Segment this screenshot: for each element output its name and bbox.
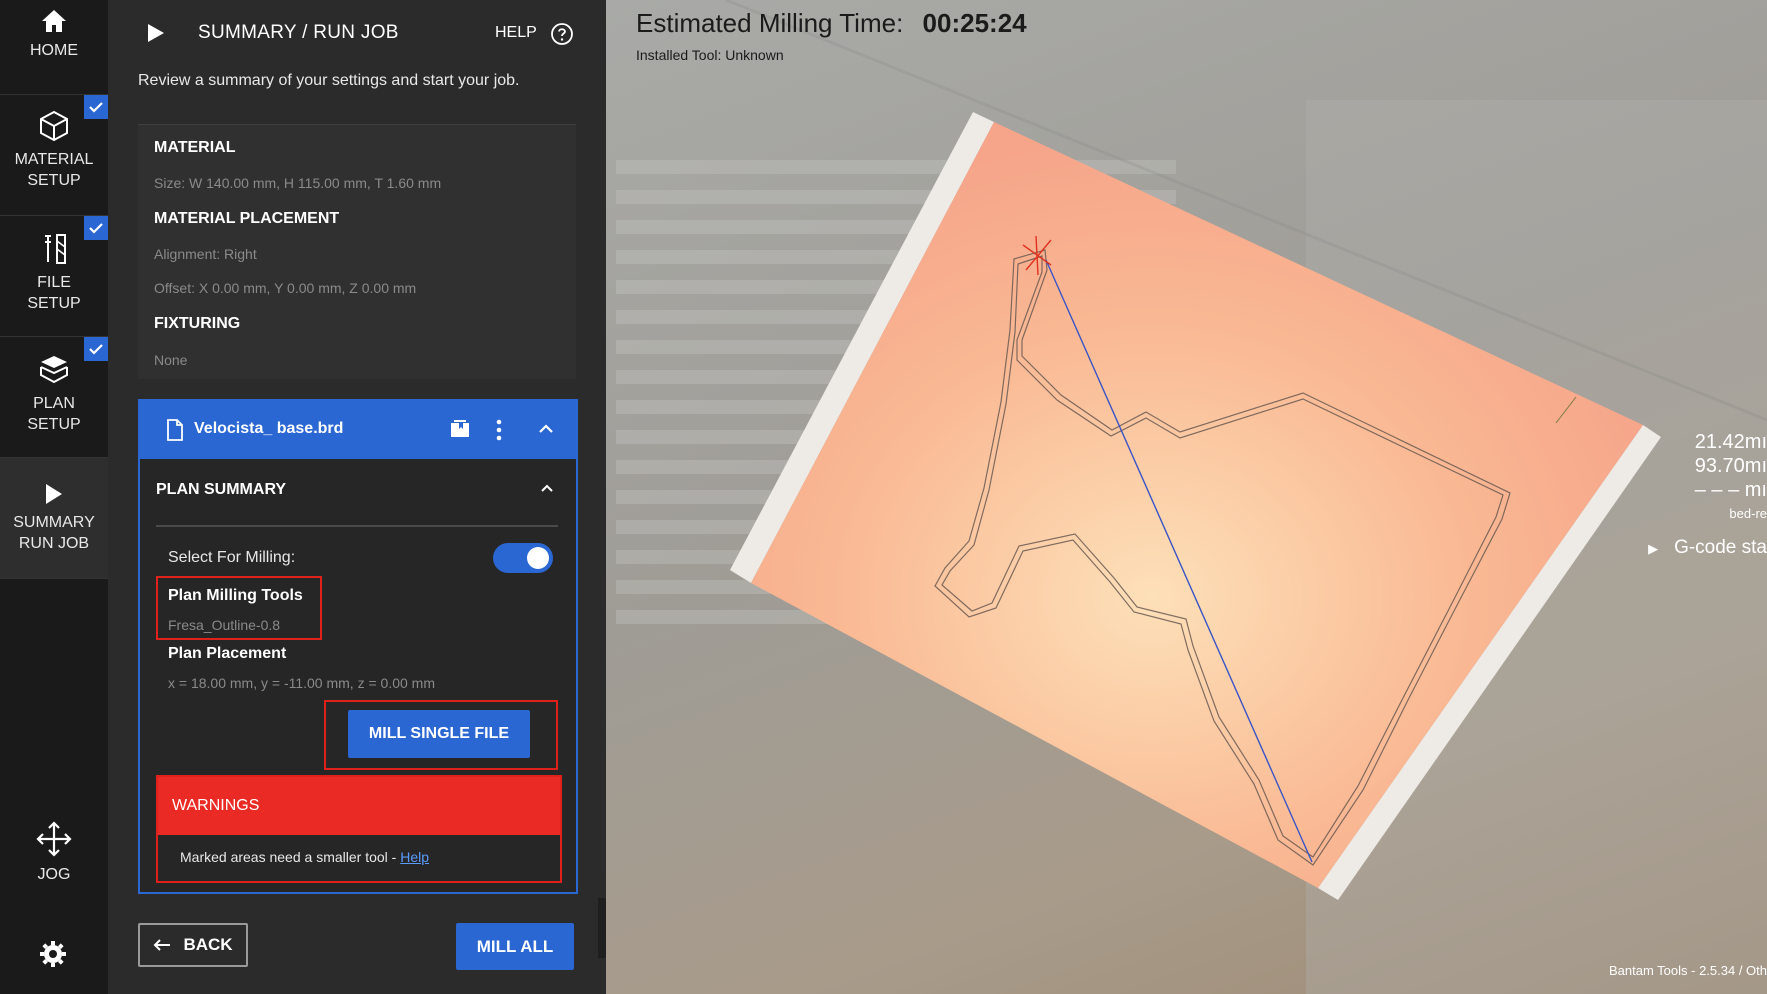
chevron-up-icon[interactable] bbox=[540, 483, 554, 493]
plan-summary-heading: PLAN SUMMARY bbox=[156, 481, 287, 498]
file-header[interactable]: Velocista_ base.brd bbox=[140, 401, 576, 459]
play-icon bbox=[46, 484, 62, 504]
check-icon bbox=[84, 95, 108, 119]
dim-readout-2: 93.70mı bbox=[1694, 455, 1767, 477]
offset-text: Offset: X 0.00 mm, Y 0.00 mm, Z 0.00 mm bbox=[154, 280, 417, 296]
nav-home-label: HOME bbox=[30, 42, 78, 59]
plan-placement-label: Plan Placement bbox=[168, 645, 287, 662]
fixturing-heading: FIXTURING bbox=[154, 315, 241, 332]
nav-plan-setup[interactable]: PLAN SETUP bbox=[0, 337, 108, 458]
nav-jog-label: JOG bbox=[37, 866, 71, 883]
dim-readout-1: 21.42mı bbox=[1694, 431, 1767, 453]
play-icon bbox=[148, 24, 164, 42]
nav-plan-line2: SETUP bbox=[27, 416, 81, 433]
fixturing-value: None bbox=[154, 352, 188, 368]
material-heading: MATERIAL bbox=[154, 139, 236, 156]
nav-plan-line1: PLAN bbox=[33, 395, 75, 412]
help-circle-icon[interactable] bbox=[550, 22, 574, 46]
warning-message: Marked areas need a smaller tool - bbox=[180, 849, 401, 865]
more-vertical-icon[interactable] bbox=[496, 419, 502, 441]
nav-material-line2: SETUP bbox=[27, 172, 81, 189]
nav-material-line1: MATERIAL bbox=[14, 151, 94, 168]
page-title: SUMMARY / RUN JOB bbox=[198, 22, 399, 43]
milling-bed-board bbox=[730, 112, 1661, 900]
select-for-milling-toggle[interactable] bbox=[493, 543, 553, 573]
back-button[interactable]: BACK bbox=[138, 923, 248, 967]
gcode-start[interactable]: ▶ G-code sta bbox=[1648, 537, 1767, 559]
help-link[interactable]: HELP bbox=[495, 24, 537, 42]
bookmark-book-icon[interactable] bbox=[450, 420, 470, 438]
move-arrows-icon bbox=[36, 821, 72, 857]
plan-milling-tools-value: Fresa_Outline-0.8 bbox=[168, 617, 281, 633]
material-size: Size: W 140.00 mm, H 115.00 mm, T 1.60 m… bbox=[154, 175, 442, 191]
warnings-heading: WARNINGS bbox=[172, 797, 260, 814]
file-name: Velocista_ base.brd bbox=[194, 420, 344, 437]
dimension-readouts: 21.42mı 93.70mı – – – mı bed-re bbox=[1695, 430, 1767, 526]
material-placement-heading: MATERIAL PLACEMENT bbox=[154, 210, 340, 227]
alignment-text: Alignment: Right bbox=[154, 246, 257, 262]
plan-milling-tools-label: Plan Milling Tools bbox=[168, 587, 303, 604]
warning-help-link[interactable]: Help bbox=[400, 849, 429, 865]
intro-text: Review a summary of your settings and st… bbox=[138, 72, 520, 89]
nav-file-line1: FILE bbox=[37, 274, 71, 291]
est-value: 00:25:24 bbox=[922, 8, 1027, 38]
gcode-label: G-code sta bbox=[1674, 537, 1767, 558]
nav-summary[interactable]: SUMMARY RUN JOB bbox=[0, 458, 108, 579]
nav-jog[interactable]: JOG bbox=[0, 820, 108, 900]
file-card: Velocista_ base.brd PLAN SUMMARY Select … bbox=[138, 399, 578, 894]
nav-file-line2: SETUP bbox=[27, 295, 81, 312]
dim-readout-4: bed-re bbox=[1729, 506, 1767, 521]
nav-file-setup[interactable]: FILE SETUP bbox=[0, 216, 108, 337]
dim-readout-3: – – – mı bbox=[1694, 479, 1767, 501]
arrow-left-icon bbox=[154, 939, 171, 951]
board-surface bbox=[751, 122, 1643, 888]
tools-icon bbox=[45, 234, 66, 264]
est-label: Estimated Milling Time: bbox=[636, 8, 904, 38]
home-icon bbox=[42, 10, 66, 32]
play-small-icon: ▶ bbox=[1648, 541, 1659, 556]
summary-panel: SUMMARY / RUN JOB HELP Review a summary … bbox=[108, 0, 606, 994]
nav-summary-line1: SUMMARY bbox=[13, 514, 95, 531]
mill-single-file-button[interactable]: MILL SINGLE FILE bbox=[348, 710, 530, 758]
installed-tool-text: Installed Tool: Unknown bbox=[636, 47, 784, 63]
layers-icon bbox=[40, 356, 68, 384]
file-icon bbox=[167, 419, 183, 441]
plan-placement-value: x = 18.00 mm, y = -11.00 mm, z = 0.00 mm bbox=[168, 675, 436, 691]
mill-all-button[interactable]: MILL ALL bbox=[456, 923, 574, 970]
divider bbox=[156, 525, 558, 527]
check-icon bbox=[84, 337, 108, 361]
check-icon bbox=[84, 216, 108, 240]
nav-material-setup[interactable]: MATERIAL SETUP bbox=[0, 95, 108, 216]
warnings-box: WARNINGS Marked areas need a smaller too… bbox=[156, 775, 562, 883]
toggle-knob bbox=[527, 547, 549, 569]
3d-viewport[interactable]: Estimated Milling Time: 00:25:24 Install… bbox=[606, 0, 1767, 994]
settings-summary-card: MATERIAL Size: W 140.00 mm, H 115.00 mm,… bbox=[138, 124, 576, 379]
warning-text: Marked areas need a smaller tool - Help bbox=[180, 849, 429, 865]
version-footer: Bantam Tools - 2.5.34 / Oth bbox=[1608, 963, 1767, 978]
chevron-up-icon[interactable] bbox=[538, 423, 554, 435]
left-nav: HOME MATERIAL SETUP FILE SETUP PLAN SETU… bbox=[0, 0, 108, 994]
select-for-milling-label: Select For Milling: bbox=[168, 549, 296, 566]
settings-gear-icon[interactable] bbox=[38, 939, 68, 974]
estimated-milling-time: Estimated Milling Time: 00:25:24 bbox=[636, 8, 1027, 39]
nav-home[interactable]: HOME bbox=[0, 0, 108, 95]
back-button-label: BACK bbox=[183, 935, 233, 954]
nav-summary-line2: RUN JOB bbox=[18, 535, 90, 552]
warnings-header: WARNINGS bbox=[158, 777, 560, 835]
cube-icon bbox=[40, 110, 68, 142]
